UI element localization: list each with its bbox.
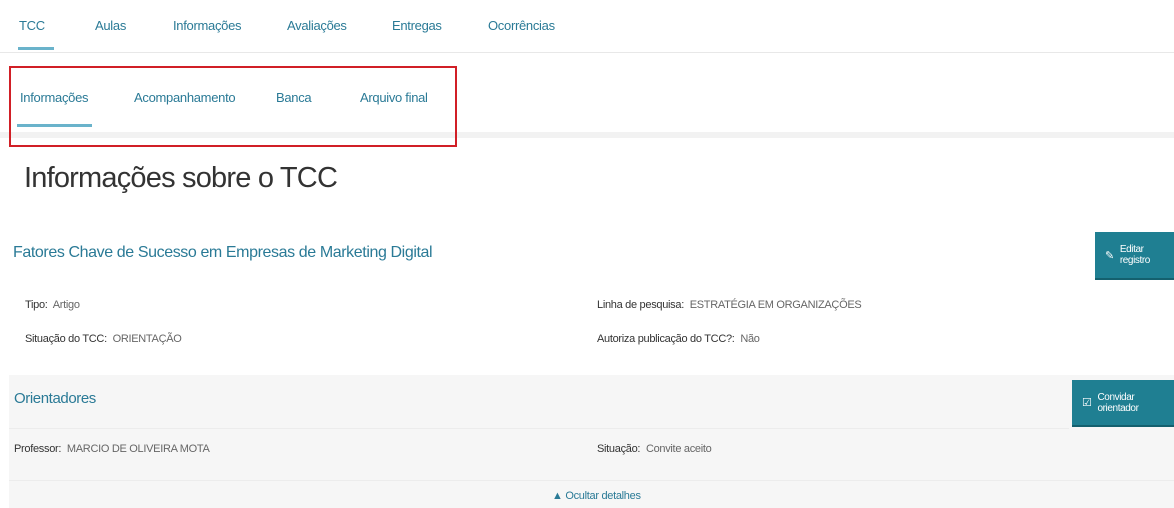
tab-tcc[interactable]: TCC [19,18,45,33]
field-situacao-orientador: Situação: Convite aceito [597,443,712,455]
highlight-box [9,66,457,147]
divider [9,428,1069,429]
active-tab-indicator [18,47,54,50]
field-situacao-orientador-label: Situação: [597,443,641,455]
top-tabs: TCC Aulas Informações Avaliações Entrega… [0,0,1174,53]
invite-advisor-button[interactable]: ☑ Convidar orientador [1072,380,1174,425]
tab-avaliacoes[interactable]: Avaliações [287,18,347,33]
tab-informacoes[interactable]: Informações [173,18,242,33]
field-autoriza: Autoriza publicação do TCC?: Não [597,333,760,345]
tab-aulas[interactable]: Aulas [95,18,126,33]
field-situacao-label: Situação do TCC: [25,333,107,345]
tab-entregas[interactable]: Entregas [392,18,442,33]
checkbox-icon: ☑ [1082,397,1092,409]
field-linha-label: Linha de pesquisa: [597,299,684,311]
field-tipo-label: Tipo: [25,299,48,311]
field-autoriza-value: Não [740,333,760,345]
orientadores-panel [9,375,1174,508]
field-tipo: Tipo: Artigo [25,299,80,311]
field-situacao: Situação do TCC: ORIENTAÇÃO [25,333,182,345]
field-professor: Professor: MARCIO DE OLIVEIRA MOTA [14,443,210,455]
edit-icon: ✎ [1105,249,1114,262]
edit-button[interactable]: ✎ Editar registro [1095,232,1174,278]
field-tipo-value: Artigo [52,299,80,311]
edit-button-label: Editar registro [1119,244,1151,266]
tab-ocorrencias[interactable]: Ocorrências [488,18,555,33]
field-professor-label: Professor: [14,443,62,455]
field-linha-value: ESTRATÉGIA EM ORGANIZAÇÕES [689,299,862,311]
field-situacao-orientador-value: Convite aceito [645,443,712,455]
field-linha: Linha de pesquisa: ESTRATÉGIA EM ORGANIZ… [597,299,862,311]
field-professor-value: MARCIO DE OLIVEIRA MOTA [66,443,210,455]
field-situacao-value: ORIENTAÇÃO [112,333,182,345]
tcc-title: Fatores Chave de Sucesso em Empresas de … [13,244,433,261]
hide-details-link[interactable]: ▲ Ocultar detalhes [552,490,641,502]
invite-advisor-label: Convidar orientador [1097,391,1139,414]
field-autoriza-label: Autoriza publicação do TCC?: [597,333,735,345]
orientadores-title: Orientadores [14,390,96,407]
page-title: Informações sobre o TCC [24,162,338,194]
divider [9,480,1174,481]
